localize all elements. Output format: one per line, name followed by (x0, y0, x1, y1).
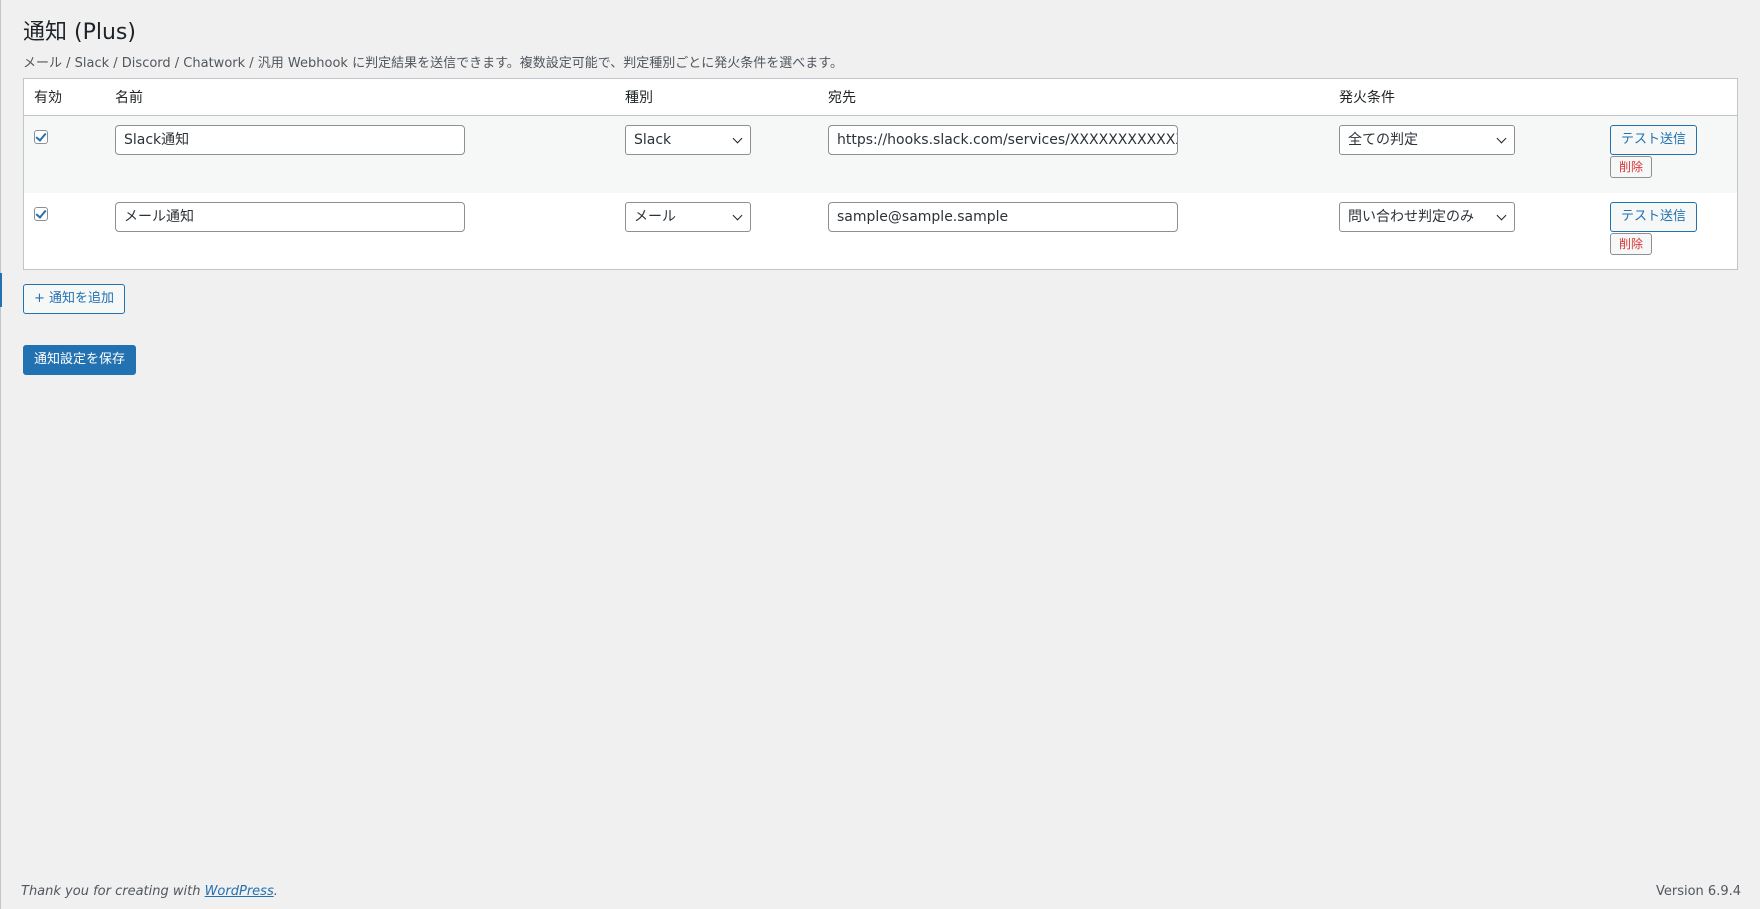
header-trigger: 発火条件 (1339, 90, 1395, 106)
chevron-down-icon (732, 133, 743, 144)
table-row: メール通知 メール sample@sample.sample 問い合わせ判定のみ… (24, 193, 1737, 270)
table-row: Slack通知 Slack https://hooks.slack.com/se… (24, 116, 1737, 193)
footer-thanks-prefix: Thank you for creating with (21, 884, 205, 899)
header-type: 種別 (625, 90, 653, 106)
header-destination: 宛先 (828, 90, 856, 106)
trigger-select-value: 全ての判定 (1348, 132, 1418, 148)
add-notification-button[interactable]: + 通知を追加 (23, 284, 126, 314)
test-send-button[interactable]: テスト送信 (1610, 125, 1697, 155)
footer-thanks: Thank you for creating with WordPress. (21, 884, 278, 899)
page-title: 通知 (Plus) (23, 20, 136, 45)
wordpress-link[interactable]: WordPress (205, 884, 274, 899)
name-input[interactable]: Slack通知 (115, 125, 465, 155)
enabled-checkbox[interactable] (34, 207, 48, 221)
delete-button[interactable]: 削除 (1610, 233, 1652, 255)
type-select-value: Slack (634, 132, 672, 148)
table-header: 有効 名前 種別 宛先 発火条件 (24, 79, 1737, 116)
test-send-button[interactable]: テスト送信 (1610, 202, 1697, 232)
chevron-down-icon (1496, 133, 1507, 144)
footer-version: Version 6.9.4 (1655, 884, 1741, 899)
page-description: メール / Slack / Discord / Chatwork / 汎用 We… (23, 56, 843, 71)
type-select-value: メール (634, 209, 676, 225)
name-input[interactable]: メール通知 (115, 202, 465, 232)
notifications-table: 有効 名前 種別 宛先 発火条件 Slack通知 Slack https://h… (23, 78, 1738, 270)
save-settings-button[interactable]: 通知設定を保存 (23, 345, 137, 375)
delete-button[interactable]: 削除 (1610, 156, 1652, 178)
admin-sidebar-marker (0, 273, 2, 307)
destination-input[interactable]: sample@sample.sample (828, 202, 1178, 232)
header-enabled: 有効 (34, 90, 62, 106)
footer-thanks-suffix: . (273, 884, 278, 899)
type-select[interactable]: Slack (625, 125, 751, 155)
type-select[interactable]: メール (625, 202, 751, 232)
trigger-select[interactable]: 問い合わせ判定のみ (1339, 202, 1515, 232)
trigger-select[interactable]: 全ての判定 (1339, 125, 1515, 155)
destination-input[interactable]: https://hooks.slack.com/services/XXXXXXX… (828, 125, 1178, 155)
chevron-down-icon (732, 210, 743, 221)
admin-sidebar-edge (0, 0, 1, 909)
trigger-select-value: 問い合わせ判定のみ (1348, 209, 1474, 225)
chevron-down-icon (1496, 210, 1507, 221)
enabled-checkbox[interactable] (34, 130, 48, 144)
header-name: 名前 (115, 90, 143, 106)
